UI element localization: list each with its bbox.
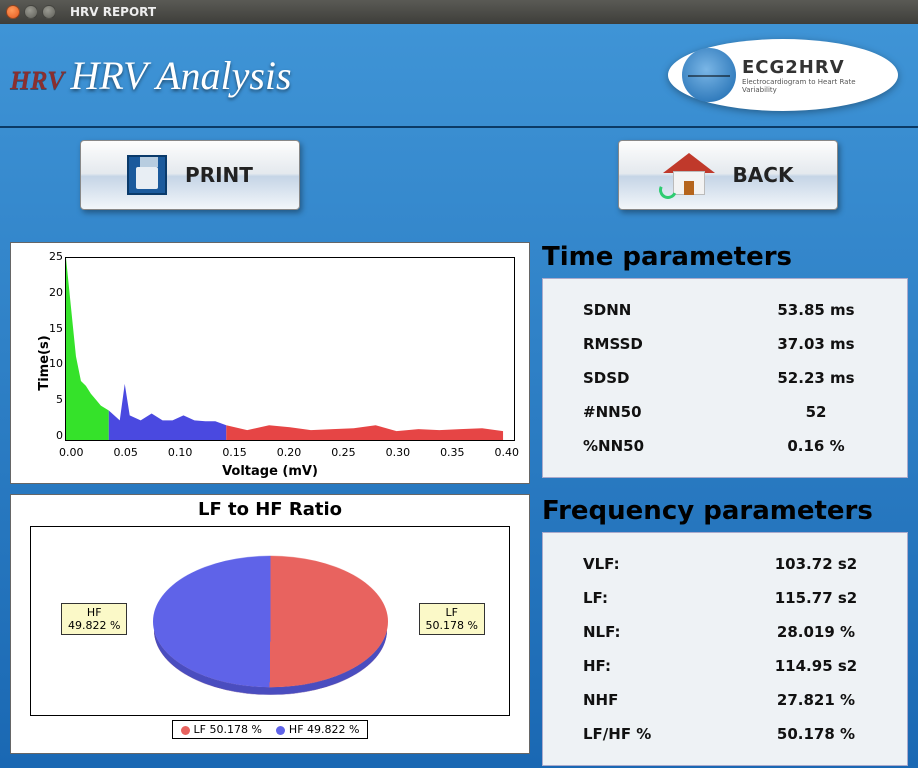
pie-plot-area: HF 49.822 % LF 50.178 % — [30, 526, 510, 716]
time-params-box: SDNN53.85 ms RMSSD37.03 ms SDSD52.23 ms … — [542, 278, 908, 478]
spectrum-xticks: 0.00 0.05 0.10 0.15 0.20 0.25 0.30 0.35 … — [59, 446, 519, 459]
freq-params-heading: Frequency parameters — [542, 496, 908, 526]
time-params-heading: Time parameters — [542, 242, 908, 272]
pie-legend: LF 50.178 % HF 49.822 % — [172, 720, 369, 739]
param-row: NLF:28.019 % — [583, 615, 881, 649]
logo-icon — [682, 48, 736, 102]
spectrum-svg — [66, 258, 514, 440]
pie-hf-label: HF 49.822 % — [61, 603, 127, 635]
left-column: Time(s) 25 20 15 10 5 0 — [10, 242, 530, 764]
param-row: HF:114.95 s2 — [583, 649, 881, 683]
close-icon[interactable] — [6, 5, 20, 19]
app-root: HRV HRV Analysis ECG2HRV Electrocardiogr… — [0, 24, 918, 768]
param-row: LF:115.77 s2 — [583, 581, 881, 615]
back-button-label: BACK — [733, 163, 794, 187]
logo-text-big: ECG2HRV — [742, 57, 884, 78]
logo-text-small: Electrocardiogram to Heart Rate Variabil… — [742, 78, 884, 94]
freq-params-box: VLF:103.72 s2 LF:115.77 s2 NLF:28.019 % … — [542, 532, 908, 766]
title-main: HRV Analysis — [70, 52, 291, 99]
window-title: HRV REPORT — [70, 5, 156, 19]
right-column: Time parameters SDNN53.85 ms RMSSD37.03 … — [542, 242, 908, 764]
toolbar: PRINT BACK — [0, 128, 918, 222]
param-row: SDSD52.23 ms — [583, 361, 881, 395]
spectrum-xlabel: Voltage (mV) — [11, 464, 529, 479]
param-row: LF/HF %50.178 % — [583, 717, 881, 751]
app-header: HRV HRV Analysis ECG2HRV Electrocardiogr… — [0, 24, 918, 128]
param-row: VLF:103.72 s2 — [583, 547, 881, 581]
minimize-icon[interactable] — [24, 5, 38, 19]
print-button[interactable]: PRINT — [80, 140, 300, 210]
spectrum-yticks: 25 20 15 10 5 0 — [39, 251, 63, 441]
pie-ellipse — [153, 555, 388, 686]
page-title: HRV HRV Analysis — [10, 52, 292, 99]
back-button[interactable]: BACK — [618, 140, 838, 210]
save-icon — [127, 155, 167, 195]
title-prefix: HRV — [10, 66, 64, 96]
pie-chart: LF to HF Ratio HF 49.822 % LF 50.178 % L… — [10, 494, 530, 754]
param-row: NHF27.821 % — [583, 683, 881, 717]
spectrum-chart: Time(s) 25 20 15 10 5 0 — [10, 242, 530, 484]
spectrum-plot-area — [65, 257, 515, 441]
content: Time(s) 25 20 15 10 5 0 — [10, 242, 908, 764]
param-row: SDNN53.85 ms — [583, 293, 881, 327]
param-row: %NN500.16 % — [583, 429, 881, 463]
param-row: RMSSD37.03 ms — [583, 327, 881, 361]
pie-title: LF to HF Ratio — [198, 499, 342, 520]
maximize-icon[interactable] — [42, 5, 56, 19]
window-titlebar: HRV REPORT — [0, 0, 918, 24]
print-button-label: PRINT — [185, 163, 253, 187]
logo: ECG2HRV Electrocardiogram to Heart Rate … — [668, 39, 898, 111]
param-row: #NN5052 — [583, 395, 881, 429]
home-icon — [663, 153, 715, 197]
pie-lf-label: LF 50.178 % — [419, 603, 485, 635]
